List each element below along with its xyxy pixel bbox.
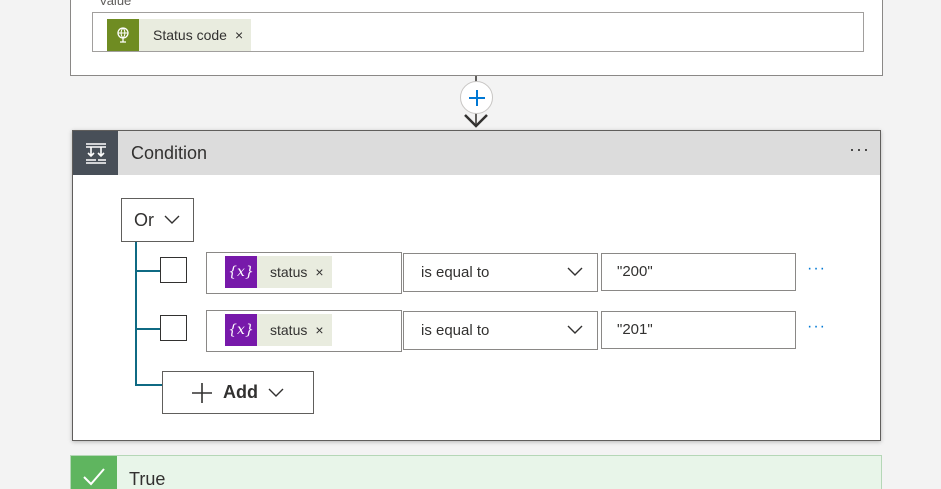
condition-title: Condition xyxy=(131,142,208,163)
right-operand-input[interactable]: "201" xyxy=(601,311,796,349)
row-select-checkbox[interactable] xyxy=(160,257,187,283)
remove-token-button[interactable]: × xyxy=(315,265,331,279)
tree-branch xyxy=(135,384,162,386)
operator-dropdown[interactable]: is equal to xyxy=(403,253,598,292)
tree-branch xyxy=(135,270,160,272)
group-operator-label: Or xyxy=(134,209,154,230)
globe-icon xyxy=(107,19,139,51)
chevron-down-icon xyxy=(567,325,583,334)
chevron-down-icon xyxy=(164,215,180,224)
add-label: Add xyxy=(223,382,258,402)
condition-icon xyxy=(73,131,118,175)
previous-action-card: Value Status code × xyxy=(70,0,883,76)
remove-token-button[interactable]: × xyxy=(235,28,251,42)
checkmark-icon xyxy=(71,456,117,489)
chevron-down-icon xyxy=(567,267,583,276)
status-token[interactable]: {x} status × xyxy=(225,314,332,346)
arrow-down-icon xyxy=(464,114,488,128)
tree-branch xyxy=(135,328,160,330)
token-label: Status code xyxy=(153,27,227,43)
plus-icon xyxy=(192,382,212,403)
left-operand-input[interactable]: {x} status × xyxy=(206,252,402,294)
plus-icon xyxy=(468,89,485,106)
operator-label: is equal to xyxy=(421,322,490,339)
variable-icon: {x} xyxy=(225,314,257,346)
row-more-button[interactable]: ··· xyxy=(807,260,826,278)
right-operand-input[interactable]: "200" xyxy=(601,253,796,291)
true-branch-label: True xyxy=(129,469,166,489)
operator-dropdown[interactable]: is equal to xyxy=(403,311,598,350)
status-code-token[interactable]: Status code × xyxy=(107,19,252,51)
status-token[interactable]: {x} status × xyxy=(225,256,332,288)
token-label: status xyxy=(270,264,308,280)
left-operand-input[interactable]: {x} status × xyxy=(206,310,402,352)
condition-card: Condition ··· Or {x} status × is equal t… xyxy=(72,130,881,441)
condition-header[interactable]: Condition ··· xyxy=(73,131,880,175)
operator-label: is equal to xyxy=(421,264,490,281)
insert-step-button[interactable] xyxy=(460,81,493,114)
row-select-checkbox[interactable] xyxy=(160,315,187,341)
tree-line xyxy=(135,242,137,385)
group-operator-dropdown[interactable]: Or xyxy=(121,198,194,242)
add-button[interactable]: Add xyxy=(162,371,314,414)
condition-more-menu[interactable]: ··· xyxy=(849,139,870,160)
row-more-button[interactable]: ··· xyxy=(807,318,826,336)
variable-icon: {x} xyxy=(225,256,257,288)
token-label: status xyxy=(270,322,308,338)
remove-token-button[interactable]: × xyxy=(315,323,331,337)
value-field-label: Value xyxy=(99,0,132,8)
value-input[interactable]: Status code × xyxy=(92,12,864,52)
chevron-down-icon xyxy=(268,388,284,397)
true-branch-card[interactable]: True xyxy=(70,455,882,489)
